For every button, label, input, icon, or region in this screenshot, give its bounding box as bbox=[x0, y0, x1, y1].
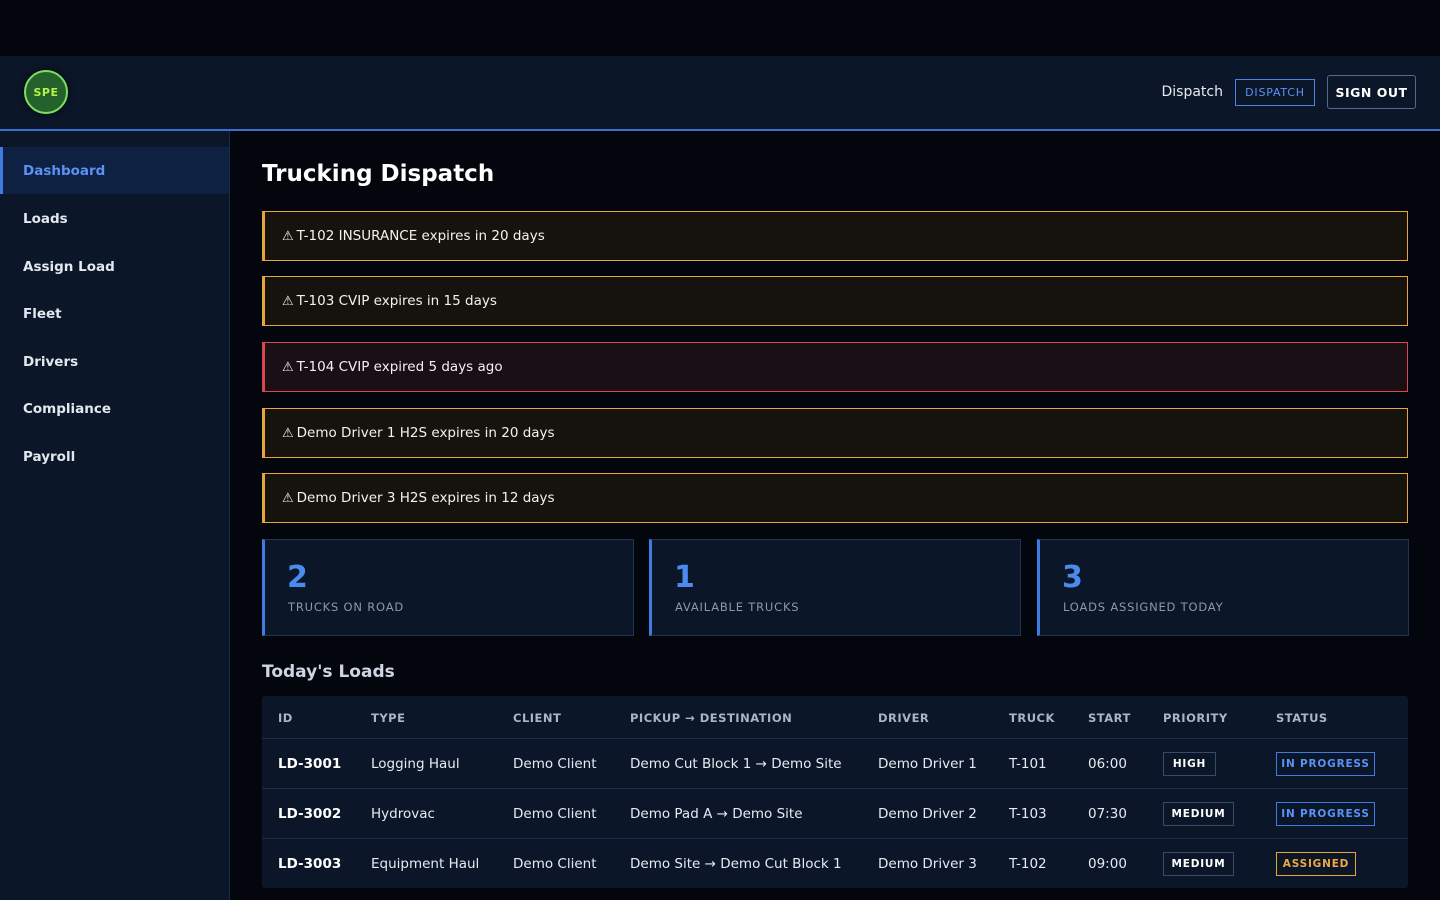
status-badge: ASSIGNED bbox=[1276, 852, 1356, 876]
load-truck: T-102 bbox=[1009, 856, 1047, 872]
alert-banner-danger: ⚠ T-104 CVIP expired 5 days ago bbox=[262, 342, 1408, 392]
load-route: Demo Pad A → Demo Site bbox=[630, 806, 803, 822]
sidebar-item-loads[interactable]: Loads bbox=[0, 195, 229, 242]
warning-triangle-icon: ⚠ bbox=[282, 425, 294, 441]
load-type: Equipment Haul bbox=[371, 856, 480, 872]
load-start: 09:00 bbox=[1088, 856, 1127, 872]
column-header-id[interactable]: ID bbox=[278, 711, 293, 725]
stat-label: LOADS ASSIGNED TODAY bbox=[1063, 600, 1224, 614]
sidebar: Dashboard Loads Assign Load Fleet Driver… bbox=[0, 131, 230, 900]
alert-text: T-104 CVIP expired 5 days ago bbox=[296, 359, 503, 375]
load-id[interactable]: LD-3002 bbox=[278, 806, 341, 822]
load-driver: Demo Driver 2 bbox=[878, 806, 977, 822]
column-header-driver[interactable]: DRIVER bbox=[878, 711, 929, 725]
main-content: Trucking Dispatch ⚠ T-102 INSURANCE expi… bbox=[230, 131, 1440, 900]
load-driver: Demo Driver 3 bbox=[878, 856, 977, 872]
sign-out-button[interactable]: SIGN OUT bbox=[1327, 75, 1416, 109]
load-type: Logging Haul bbox=[371, 756, 460, 772]
sidebar-item-payroll[interactable]: Payroll bbox=[0, 433, 229, 480]
sidebar-item-dashboard[interactable]: Dashboard bbox=[0, 147, 229, 194]
load-route: Demo Site → Demo Cut Block 1 bbox=[630, 856, 842, 872]
app-header: SPE Dispatch DISPATCH SIGN OUT bbox=[0, 56, 1440, 131]
alert-banner: ⚠ T-102 INSURANCE expires in 20 days bbox=[262, 211, 1408, 261]
stat-value: 3 bbox=[1062, 560, 1083, 595]
column-header-truck[interactable]: TRUCK bbox=[1009, 711, 1055, 725]
logo-text: SPE bbox=[33, 85, 59, 99]
sidebar-item-assign-load[interactable]: Assign Load bbox=[0, 243, 229, 290]
company-logo[interactable]: SPE bbox=[24, 70, 68, 114]
table-header: ID TYPE CLIENT PICKUP → DESTINATION DRIV… bbox=[262, 696, 1408, 739]
section-title-todays-loads: Today's Loads bbox=[262, 662, 395, 682]
warning-triangle-icon: ⚠ bbox=[282, 359, 294, 375]
column-header-client[interactable]: CLIENT bbox=[513, 711, 561, 725]
warning-triangle-icon: ⚠ bbox=[282, 293, 294, 309]
stat-card-trucks-on-road: 2 TRUCKS ON ROAD bbox=[262, 539, 634, 636]
status-badge: IN PROGRESS bbox=[1276, 752, 1375, 776]
alert-text: Demo Driver 3 H2S expires in 12 days bbox=[296, 490, 555, 506]
priority-badge: MEDIUM bbox=[1163, 802, 1234, 826]
load-route: Demo Cut Block 1 → Demo Site bbox=[630, 756, 842, 772]
alert-banner: ⚠ T-103 CVIP expires in 15 days bbox=[262, 276, 1408, 326]
loads-table: ID TYPE CLIENT PICKUP → DESTINATION DRIV… bbox=[262, 696, 1408, 888]
load-start: 07:30 bbox=[1088, 806, 1127, 822]
sidebar-item-fleet[interactable]: Fleet bbox=[0, 290, 229, 337]
table-row[interactable]: LD-3002 Hydrovac Demo Client Demo Pad A … bbox=[262, 789, 1408, 839]
priority-badge: HIGH bbox=[1163, 752, 1216, 776]
alert-banner: ⚠ Demo Driver 1 H2S expires in 20 days bbox=[262, 408, 1408, 458]
load-truck: T-101 bbox=[1009, 756, 1047, 772]
alert-text: Demo Driver 1 H2S expires in 20 days bbox=[296, 425, 555, 441]
stat-card-available-trucks: 1 AVAILABLE TRUCKS bbox=[649, 539, 1021, 636]
warning-triangle-icon: ⚠ bbox=[282, 490, 294, 506]
column-header-priority[interactable]: PRIORITY bbox=[1163, 711, 1228, 725]
load-type: Hydrovac bbox=[371, 806, 435, 822]
column-header-type[interactable]: TYPE bbox=[371, 711, 405, 725]
column-header-start[interactable]: START bbox=[1088, 711, 1131, 725]
stat-card-loads-assigned-today: 3 LOADS ASSIGNED TODAY bbox=[1037, 539, 1409, 636]
table-row[interactable]: LD-3003 Equipment Haul Demo Client Demo … bbox=[262, 839, 1408, 889]
sidebar-item-drivers[interactable]: Drivers bbox=[0, 338, 229, 385]
role-badge: DISPATCH bbox=[1235, 79, 1315, 106]
page-title: Trucking Dispatch bbox=[262, 161, 495, 187]
priority-badge: MEDIUM bbox=[1163, 852, 1234, 876]
stat-label: TRUCKS ON ROAD bbox=[288, 600, 405, 614]
table-row[interactable]: LD-3001 Logging Haul Demo Client Demo Cu… bbox=[262, 739, 1408, 789]
stat-label: AVAILABLE TRUCKS bbox=[675, 600, 800, 614]
status-badge: IN PROGRESS bbox=[1276, 802, 1375, 826]
stat-value: 1 bbox=[674, 560, 695, 595]
load-client: Demo Client bbox=[513, 756, 597, 772]
stat-value: 2 bbox=[287, 560, 308, 595]
load-client: Demo Client bbox=[513, 856, 597, 872]
column-header-status[interactable]: STATUS bbox=[1276, 711, 1328, 725]
alert-banner: ⚠ Demo Driver 3 H2S expires in 12 days bbox=[262, 473, 1408, 523]
top-strip bbox=[0, 0, 1440, 56]
load-client: Demo Client bbox=[513, 806, 597, 822]
load-id[interactable]: LD-3003 bbox=[278, 856, 341, 872]
load-driver: Demo Driver 1 bbox=[878, 756, 977, 772]
user-role-label: Dispatch bbox=[1161, 84, 1224, 100]
load-start: 06:00 bbox=[1088, 756, 1127, 772]
alert-text: T-102 INSURANCE expires in 20 days bbox=[296, 228, 545, 244]
alert-text: T-103 CVIP expires in 15 days bbox=[296, 293, 497, 309]
sidebar-item-compliance[interactable]: Compliance bbox=[0, 385, 229, 432]
load-truck: T-103 bbox=[1009, 806, 1047, 822]
load-id[interactable]: LD-3001 bbox=[278, 756, 341, 772]
column-header-route[interactable]: PICKUP → DESTINATION bbox=[630, 711, 792, 725]
warning-triangle-icon: ⚠ bbox=[282, 228, 294, 244]
